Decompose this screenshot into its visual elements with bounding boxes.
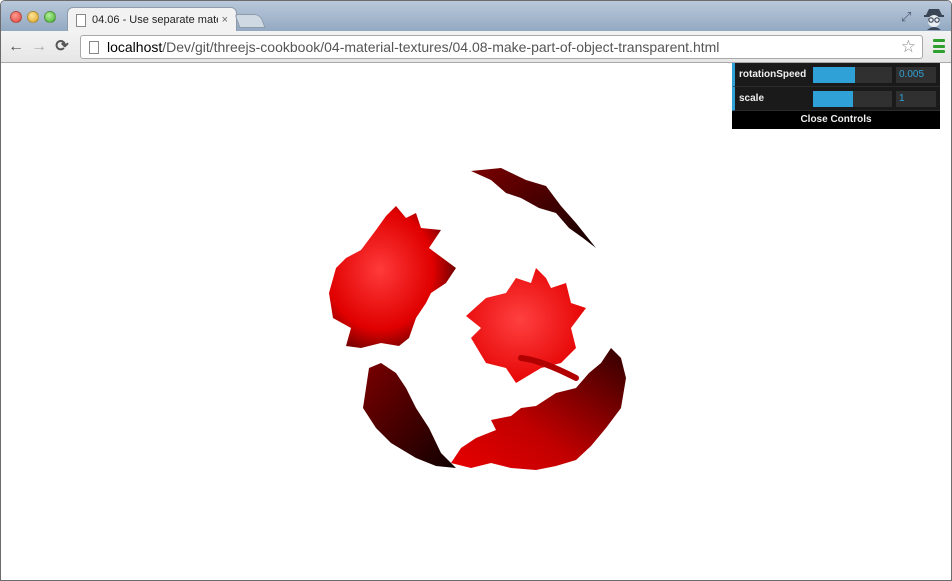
leaf-top xyxy=(471,168,596,248)
dat-gui-panel: rotationSpeed 0.005 scale 1 Close Contro… xyxy=(732,63,940,129)
page-icon xyxy=(89,40,99,54)
leaf-bottom-left xyxy=(363,363,456,468)
control-rotation-speed: rotationSpeed 0.005 xyxy=(732,63,940,87)
active-tab[interactable]: 04.06 - Use separate mate × xyxy=(67,7,237,32)
new-tab-button[interactable] xyxy=(234,14,266,28)
browser-window: 04.06 - Use separate mate × ⤢ ← → ⟳ loca… xyxy=(0,0,952,581)
control-label: scale xyxy=(739,93,765,104)
url-path: /Dev/git/threejs-cookbook/04-material-te… xyxy=(162,39,720,55)
control-label: rotationSpeed xyxy=(739,69,807,80)
webgl-viewport[interactable]: rotationSpeed 0.005 scale 1 Close Contro… xyxy=(1,63,951,580)
scale-slider[interactable] xyxy=(813,90,892,107)
page-icon xyxy=(76,13,86,27)
leaf-sphere xyxy=(329,168,626,470)
scale-value[interactable]: 1 xyxy=(896,90,936,107)
rotation-speed-value[interactable]: 0.005 xyxy=(896,66,936,83)
fullscreen-icon[interactable]: ⤢ xyxy=(901,9,915,24)
zoom-window-button[interactable] xyxy=(44,11,56,23)
title-bar: 04.06 - Use separate mate × ⤢ xyxy=(1,1,951,32)
forward-button[interactable]: → xyxy=(30,38,48,56)
tab-close-icon[interactable]: × xyxy=(222,14,228,26)
bookmark-star-icon[interactable]: ☆ xyxy=(901,37,916,57)
incognito-icon xyxy=(924,9,944,30)
browser-menu-icon[interactable] xyxy=(933,39,945,53)
minimize-window-button[interactable] xyxy=(27,11,39,23)
leaf-center xyxy=(466,268,586,383)
reload-button[interactable]: ⟳ xyxy=(53,38,71,56)
browser-toolbar: ← → ⟳ localhost/Dev/git/threejs-cookbook… xyxy=(1,31,951,63)
back-button[interactable]: ← xyxy=(7,38,25,56)
close-window-button[interactable] xyxy=(10,11,22,23)
rotation-speed-slider[interactable] xyxy=(813,66,892,83)
close-controls-button[interactable]: Close Controls xyxy=(732,111,940,129)
tab-title: 04.06 - Use separate mate xyxy=(92,14,218,26)
address-bar[interactable]: localhost/Dev/git/threejs-cookbook/04-ma… xyxy=(80,35,923,59)
url-host: localhost xyxy=(107,39,163,55)
control-scale: scale 1 xyxy=(732,87,940,111)
leaf-left xyxy=(329,206,456,348)
